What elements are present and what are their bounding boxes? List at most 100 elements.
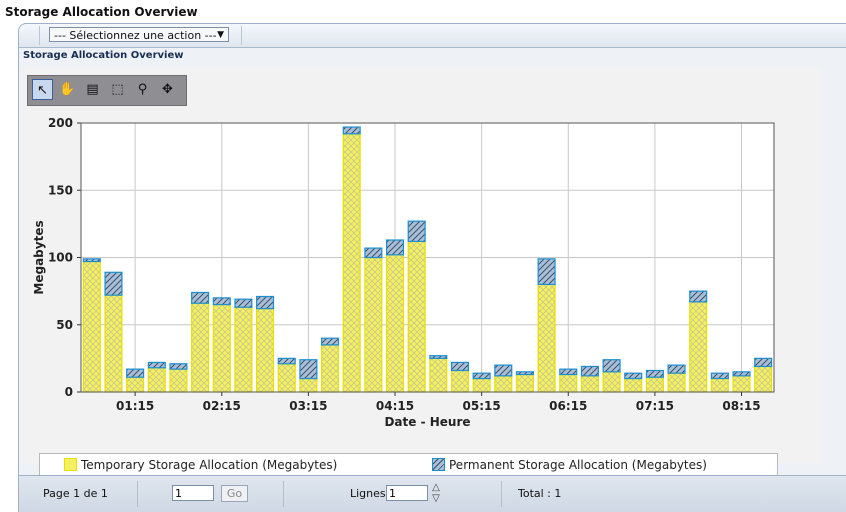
bar-temporary — [602, 371, 621, 393]
bar-temporary — [450, 369, 470, 393]
chevron-down-icon: ▼ — [217, 30, 224, 40]
bar-temporary — [82, 260, 101, 393]
bar-temporary — [342, 133, 361, 393]
bar-permanent — [689, 290, 708, 303]
legend-item-permanent: Permanent Storage Allocation (Megabytes) — [432, 457, 707, 473]
x-tick-label: 01:15 — [116, 399, 154, 413]
bar-permanent — [624, 372, 643, 380]
bar-temporary — [147, 367, 166, 393]
bar-permanent — [754, 357, 773, 368]
legend-label-permanent: Permanent Storage Allocation (Megabytes) — [449, 458, 707, 472]
portlet: --- Sélectionnez une action --- ▼ Storag… — [18, 23, 846, 512]
y-tick-label: 50 — [56, 318, 73, 332]
bar-permanent — [515, 371, 534, 376]
bar-permanent — [299, 359, 318, 380]
bar-permanent — [342, 126, 361, 135]
bar-temporary — [624, 377, 643, 393]
bar-temporary — [537, 283, 556, 393]
bar-permanent — [82, 258, 101, 263]
bar-permanent — [126, 368, 145, 378]
bar-permanent — [710, 372, 729, 380]
page-info: Page 1 de 1 — [43, 487, 108, 500]
bar-temporary — [234, 306, 253, 393]
bar-permanent — [429, 355, 448, 359]
legend-item-temporary: Temporary Storage Allocation (Megabytes) — [64, 457, 337, 473]
y-tick-label: 0 — [65, 385, 73, 399]
bar-permanent — [169, 363, 188, 370]
action-select[interactable]: --- Sélectionnez une action --- ▼ — [49, 27, 229, 42]
section-title: Storage Allocation Overview — [23, 50, 184, 61]
divider — [137, 481, 138, 507]
bar-permanent — [407, 220, 426, 242]
lines-spinner[interactable]: △ ▽ — [430, 482, 442, 506]
bar-permanent — [277, 357, 296, 365]
page-title: Storage Allocation Overview — [5, 5, 198, 19]
y-axis-label: Megabytes — [32, 220, 46, 294]
bar-permanent — [364, 247, 383, 259]
bar-permanent — [256, 295, 275, 310]
bar-permanent — [104, 271, 123, 296]
bar-permanent — [645, 369, 664, 378]
bar-temporary — [754, 365, 773, 393]
bar-permanent — [191, 291, 210, 304]
bar-temporary — [126, 376, 145, 393]
x-tick-label: 03:15 — [289, 399, 327, 413]
bar-temporary — [191, 302, 210, 393]
spinner-up-icon[interactable]: △ — [430, 482, 442, 493]
bar-permanent — [580, 365, 599, 377]
y-tick-label: 200 — [48, 116, 73, 130]
bar-temporary — [472, 377, 491, 393]
bar-permanent — [472, 372, 491, 380]
action-select-label: --- Sélectionnez une action --- — [54, 29, 217, 42]
pager: Page 1 de 1 Go Lignes △ ▽ Total : 1 — [19, 475, 846, 512]
bar-temporary — [321, 344, 340, 393]
bar-temporary — [277, 363, 296, 393]
bar-temporary — [645, 376, 664, 393]
bar-permanent — [559, 368, 578, 376]
bar-temporary — [299, 377, 318, 393]
bar-permanent — [234, 298, 253, 308]
bar-chart: 0 50 100 150 200 01:15 02:15 03:15 04:15 05:15 06:… — [32, 116, 775, 429]
x-tick-label: 07:15 — [636, 399, 674, 413]
bar-temporary — [385, 254, 405, 393]
divider — [501, 481, 502, 507]
bar-permanent — [494, 364, 513, 377]
lines-label: Lignes — [350, 487, 386, 500]
x-tick-label: 06:15 — [549, 399, 587, 413]
bar-temporary — [494, 375, 513, 393]
lines-input[interactable] — [386, 485, 428, 501]
bar-temporary — [212, 303, 231, 393]
bar-temporary — [515, 373, 534, 393]
y-tick-label: 150 — [48, 183, 73, 197]
x-axis-label: Date - Heure — [384, 415, 470, 429]
bar-temporary — [364, 256, 383, 393]
spinner-down-icon[interactable]: ▽ — [430, 493, 442, 504]
bar-temporary — [689, 301, 708, 393]
bar-temporary — [169, 368, 188, 393]
bar-temporary — [710, 377, 729, 393]
bar-permanent — [732, 371, 751, 377]
bar-permanent — [537, 258, 556, 286]
y-tick-label: 100 — [48, 251, 73, 265]
bar-permanent — [321, 337, 340, 346]
x-tick-label: 02:15 — [203, 399, 241, 413]
divider — [241, 26, 242, 45]
bar-temporary — [256, 308, 275, 393]
bar-permanent — [450, 361, 470, 372]
bar-permanent — [602, 359, 621, 373]
legend-swatch-permanent — [432, 458, 445, 471]
bar-permanent — [667, 364, 686, 374]
bar-temporary — [667, 372, 686, 393]
bar-temporary — [732, 375, 751, 393]
bar-temporary — [407, 240, 426, 393]
bar-temporary — [104, 294, 123, 393]
go-button[interactable]: Go — [221, 485, 248, 502]
x-tick-label: 04:15 — [376, 399, 414, 413]
page-number-input[interactable] — [172, 485, 214, 501]
divider — [283, 481, 284, 507]
legend-label-temporary: Temporary Storage Allocation (Megabytes) — [81, 458, 338, 472]
bar-temporary — [580, 375, 599, 393]
x-tick-label: 05:15 — [463, 399, 501, 413]
bar-permanent — [212, 297, 231, 306]
bar-permanent — [385, 239, 405, 256]
